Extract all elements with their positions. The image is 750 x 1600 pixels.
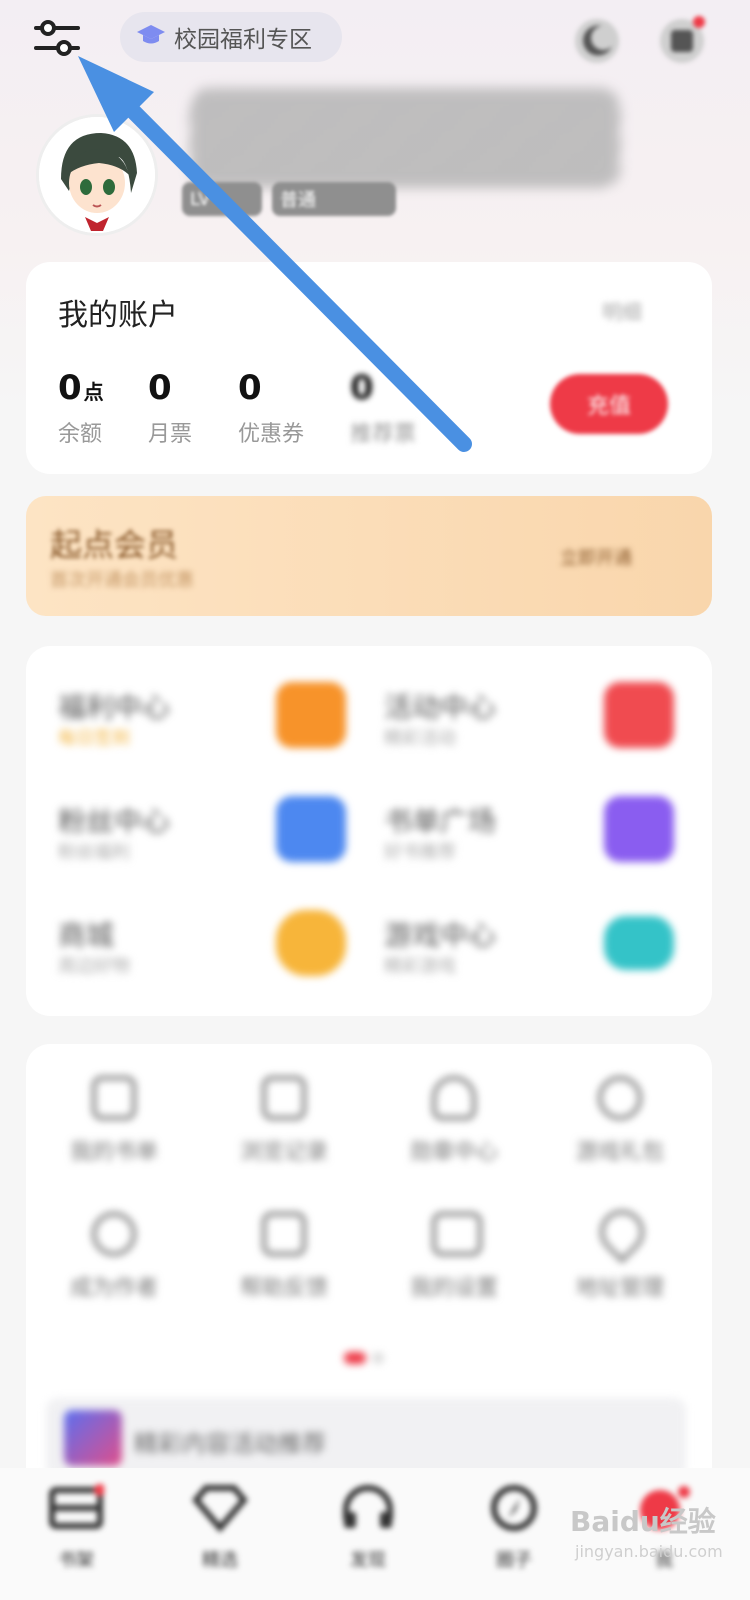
nav-label[interactable]: 精选 xyxy=(170,1546,270,1572)
message-icon[interactable] xyxy=(655,14,709,68)
tool-label[interactable]: 成为作者 xyxy=(44,1270,184,1302)
monthly-ticket-value[interactable]: 0 xyxy=(148,368,172,408)
gift-icon[interactable] xyxy=(598,1076,642,1120)
baidu-watermark-url: jingyan.baidu.com xyxy=(575,1542,723,1561)
grid-item-title[interactable]: 活动中心 xyxy=(384,686,496,726)
booklist-icon[interactable] xyxy=(92,1076,136,1120)
tool-label[interactable]: 我的设置 xyxy=(384,1270,524,1302)
recommend-ticket-value[interactable]: 0 xyxy=(350,368,374,408)
history-icon[interactable] xyxy=(262,1076,306,1120)
nav-label[interactable]: 圈子 xyxy=(464,1546,564,1572)
tool-label[interactable]: 帮助反馈 xyxy=(214,1270,354,1302)
grid-item-sub: 精彩游戏 xyxy=(384,956,456,977)
balance-unit: 点 xyxy=(83,380,104,404)
level-badge[interactable]: LV xyxy=(182,182,262,216)
baidu-watermark: Baidu经验 xyxy=(570,1505,716,1538)
grid-item-sub: 粉丝福利 xyxy=(58,842,130,863)
promo-banner-text: 精彩内容活动推荐 xyxy=(134,1430,326,1458)
fans-tile-icon[interactable] xyxy=(276,796,346,862)
balance-label: 余额 xyxy=(58,422,103,447)
tool-label[interactable]: 勋章中心 xyxy=(384,1134,524,1166)
medal-icon[interactable] xyxy=(432,1076,476,1120)
user-type-badge[interactable]: 普通 xyxy=(272,182,396,216)
grid-item-sub: 精彩活动 xyxy=(384,728,456,749)
promo-thumbnail xyxy=(64,1410,122,1466)
settings-panel-icon[interactable] xyxy=(432,1212,482,1256)
night-mode-icon[interactable] xyxy=(570,14,624,68)
tool-label[interactable]: 游戏礼包 xyxy=(550,1134,690,1166)
recommend-ticket-label: 推荐票 xyxy=(350,422,417,447)
avatar[interactable] xyxy=(36,114,158,236)
grid-item-title[interactable]: 书单广场 xyxy=(384,800,496,840)
account-detail-link[interactable]: 明细 xyxy=(602,296,642,325)
campus-welfare-button[interactable]: 校园福利专区 xyxy=(120,12,342,62)
grid-item-title[interactable]: 福利中心 xyxy=(58,686,170,726)
campus-welfare-label: 校园福利专区 xyxy=(174,27,312,53)
grid-item-title[interactable]: 游戏中心 xyxy=(384,914,496,954)
graduation-cap-icon xyxy=(136,23,166,51)
nav-label[interactable]: 书架 xyxy=(26,1546,126,1572)
balance-value[interactable]: 0点 xyxy=(58,368,104,408)
member-open-button[interactable]: 立即开通 xyxy=(560,544,632,570)
diamond-icon[interactable] xyxy=(192,1484,248,1533)
compass-icon[interactable] xyxy=(486,1484,542,1532)
grid-item-title[interactable]: 粉丝中心 xyxy=(58,800,170,840)
bookshelf-icon[interactable] xyxy=(48,1484,106,1532)
headphones-icon[interactable] xyxy=(340,1484,396,1532)
recharge-button[interactable]: 充值 xyxy=(550,374,668,434)
grid-item-sub: 好书推荐 xyxy=(384,842,456,863)
tool-label[interactable]: 我的书单 xyxy=(44,1134,184,1166)
redacted-username xyxy=(190,88,620,188)
member-subtitle: 首次开通会员优惠 xyxy=(50,570,194,591)
coupon-value[interactable]: 0 xyxy=(238,368,262,408)
recharge-label: 充值 xyxy=(586,394,631,419)
grid-item-sub: 周边好物 xyxy=(58,956,130,977)
user-type-badge-label: 普通 xyxy=(280,190,316,211)
grid-item-title[interactable]: 商城 xyxy=(58,914,114,954)
balance-number: 0 xyxy=(58,368,82,408)
member-title: 起点会员 xyxy=(50,526,179,564)
monthly-ticket-label: 月票 xyxy=(148,422,193,447)
settings-icon[interactable] xyxy=(34,18,82,58)
nav-label[interactable]: 发现 xyxy=(318,1546,418,1572)
shop-cat-tile-icon[interactable] xyxy=(276,910,346,976)
pen-icon[interactable] xyxy=(92,1212,136,1256)
tool-label[interactable]: 地址管理 xyxy=(550,1270,690,1302)
account-title: 我的账户 xyxy=(58,298,178,333)
page-indicator xyxy=(372,1352,384,1364)
page-indicator-active xyxy=(344,1352,366,1364)
tool-label[interactable]: 浏览记录 xyxy=(214,1134,354,1166)
welfare-tile-icon[interactable] xyxy=(276,682,346,748)
activity-tile-icon[interactable] xyxy=(604,682,674,748)
game-tile-icon[interactable] xyxy=(604,916,674,970)
grid-item-sub: 每日签到 xyxy=(58,728,130,749)
feedback-icon[interactable] xyxy=(262,1212,306,1256)
level-badge-label: LV xyxy=(190,188,211,210)
coupon-label: 优惠券 xyxy=(238,422,305,447)
booklist-tile-icon[interactable] xyxy=(604,796,674,862)
